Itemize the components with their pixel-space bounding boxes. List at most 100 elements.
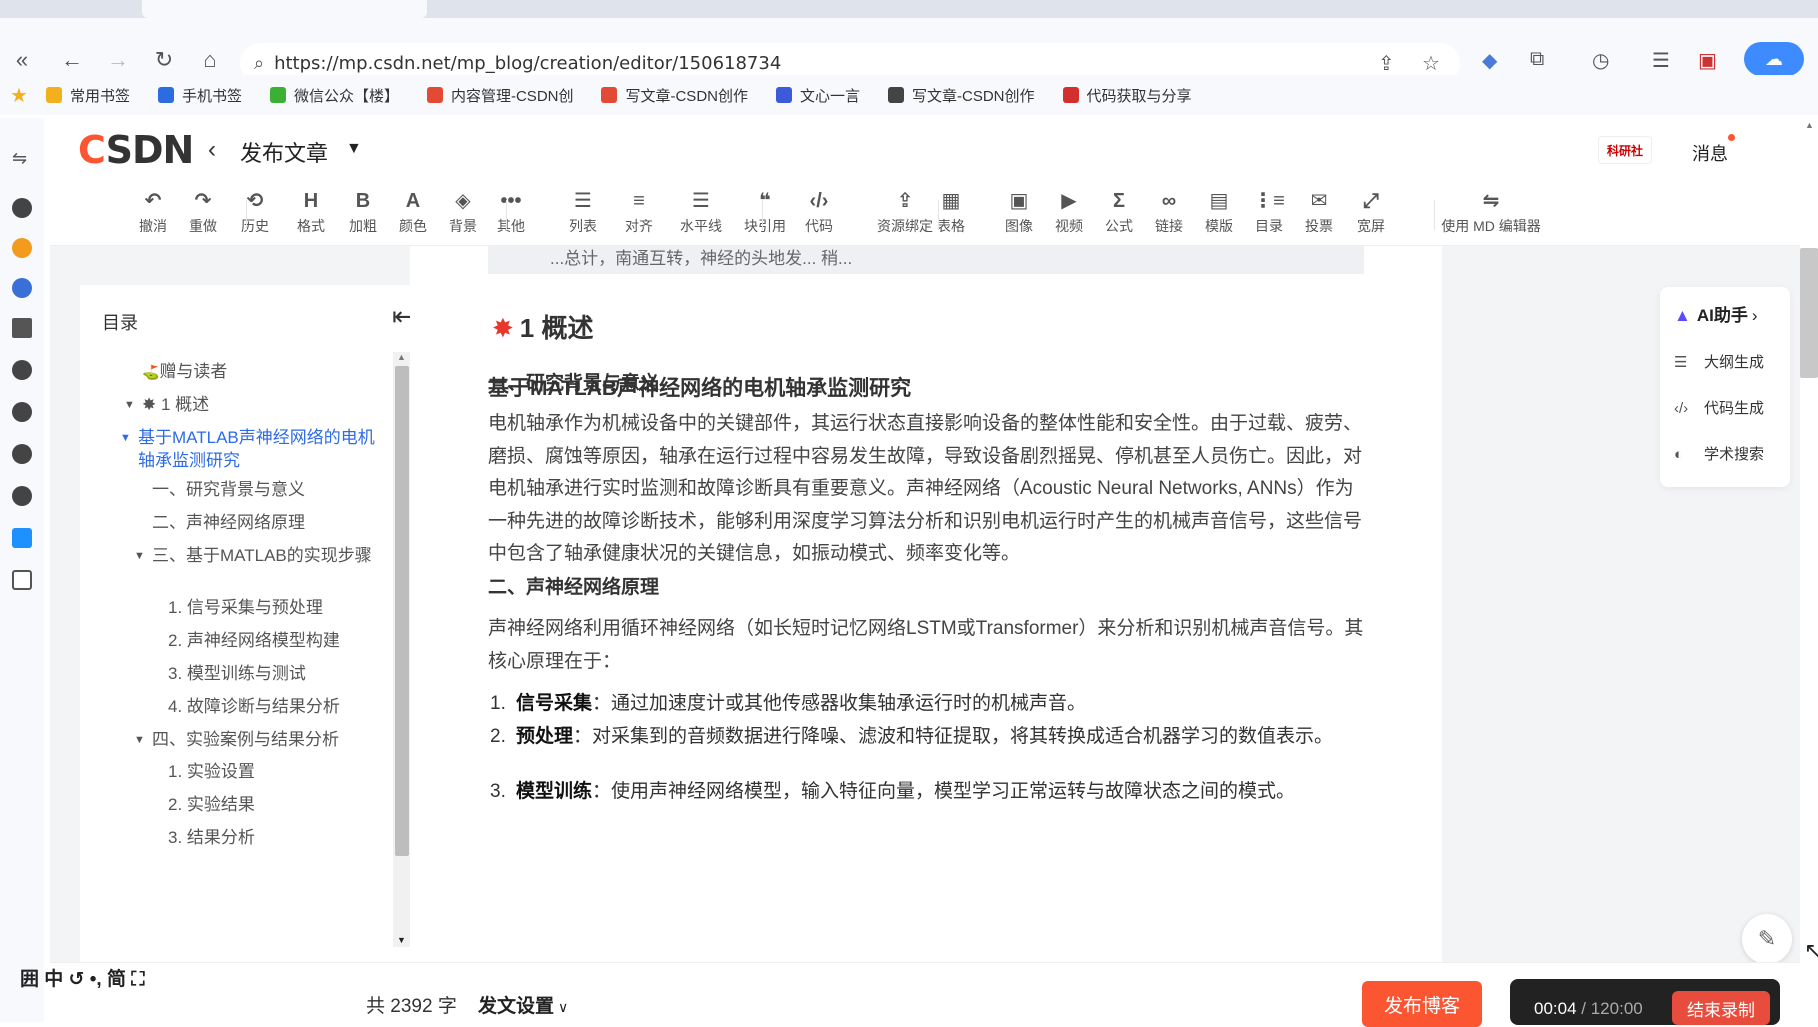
toolbar-button-2[interactable]: ⟲ 历史 xyxy=(226,188,284,236)
extension-icon[interactable]: ◆ xyxy=(1482,48,1497,73)
bookmark-favicon-icon xyxy=(45,87,62,103)
add-panel-icon[interactable] xyxy=(12,570,32,590)
bookmark-item[interactable]: 文心一言 xyxy=(775,85,860,106)
globe-icon[interactable] xyxy=(12,360,32,380)
bookmark-label: 微信公众【楼】 xyxy=(293,87,399,105)
back-chevron-icon[interactable]: ‹ xyxy=(208,136,216,164)
feedback-icon[interactable]: ✎ xyxy=(1742,914,1792,964)
sidebar-toggle-icon[interactable]: « xyxy=(8,46,36,74)
user-avatar[interactable]: 科研社 xyxy=(1598,136,1652,164)
messages-link[interactable]: 消息 xyxy=(1692,140,1728,166)
ai-menu-item[interactable]: ◐ 学术搜索 xyxy=(1674,443,1764,464)
ime-toolbar[interactable]: 囲 中 ↺ •, 简 ⛶ xyxy=(20,964,180,990)
toc-item[interactable]: 2. 实验结果 xyxy=(168,793,387,816)
list-text: ：对采集到的音频数据进行降噪、滤波和特征提取，将其转换成适合机器学习的数值表示。 xyxy=(573,726,1334,747)
bookmark-item[interactable]: 写文章-CSDN创作 xyxy=(601,85,748,106)
bookmark-item[interactable]: 微信公众【楼】 xyxy=(269,85,399,106)
url-text: https://mp.csdn.net/mp_blog/creation/edi… xyxy=(274,52,782,74)
csdn-logo[interactable]: CSDN xyxy=(78,128,194,172)
ai-assistant-button[interactable]: ▲ AI助手 › xyxy=(1674,301,1758,326)
toolbar-button-22[interactable]: ⤢ 宽屏 xyxy=(1342,188,1400,236)
article-body[interactable]: ...总计，南通互转，神经的头地发... 稍... ✸ 1 概述 基于MATLAB… xyxy=(410,246,1442,962)
toc-item-label: ✸ 1 概述 xyxy=(142,395,210,414)
bookmark-label: 写文章-CSDN创作 xyxy=(625,87,748,105)
bookmark-item[interactable]: 内容管理-CSDN创 xyxy=(426,85,574,106)
reload-icon[interactable]: ↻ xyxy=(150,46,178,74)
toc-expand-icon[interactable]: ▼ xyxy=(134,734,145,746)
lotus-icon[interactable] xyxy=(12,318,32,338)
toc-item-label: 2. 实验结果 xyxy=(168,795,255,814)
bookmark-label: 内容管理-CSDN创 xyxy=(450,87,574,105)
toc-item[interactable]: 3. 结果分析 xyxy=(168,826,387,849)
ai-menu-item[interactable]: ☰ 大纲生成 xyxy=(1674,351,1764,372)
star-icon[interactable]: ☆ xyxy=(1422,51,1440,76)
bird-icon[interactable] xyxy=(12,278,32,298)
toc-item[interactable]: ✸ 1 概述 xyxy=(142,393,387,416)
bookmark-label: 代码获取与分享 xyxy=(1086,87,1192,105)
toolbar-button-14[interactable]: ▦ 表格 xyxy=(922,188,980,236)
bookmark-item[interactable]: 代码获取与分享 xyxy=(1062,85,1192,106)
toc-scrollbar[interactable]: ▲ ▼ xyxy=(393,352,411,947)
message-dot xyxy=(1728,134,1735,141)
globe-icon[interactable] xyxy=(12,402,32,422)
toc-item[interactable]: 二、声神经网络原理 xyxy=(152,511,387,534)
toc-item[interactable]: 基于MATLAB声神经网络的电机轴承监测研究 xyxy=(138,426,387,472)
toc-item[interactable]: 四、实验案例与结果分析 xyxy=(152,728,387,751)
publish-button[interactable]: 发布博客 xyxy=(1362,981,1482,1027)
toolbar-button-23[interactable]: ⇋ 使用 MD 编辑器 xyxy=(1426,188,1556,236)
back-icon[interactable]: ← xyxy=(58,46,86,74)
active-tab[interactable] xyxy=(142,0,427,18)
puzzle-icon[interactable]: ⧉ xyxy=(1530,48,1544,71)
globe-icon[interactable] xyxy=(12,444,32,464)
bookmark-item[interactable]: 常用书签 xyxy=(45,85,130,106)
avatar-icon[interactable]: ▣ xyxy=(1698,48,1717,73)
toolbar-button-8[interactable]: ☰ 列表 xyxy=(554,188,612,236)
globe-icon[interactable] xyxy=(12,486,32,506)
page-scrollbar[interactable]: ▲ xyxy=(1800,118,1818,978)
stop-recording-button[interactable]: 结束录制 xyxy=(1672,991,1770,1025)
toc-expand-icon[interactable]: ▼ xyxy=(134,550,145,562)
toolbar-button-21[interactable]: ✉ 投票 xyxy=(1290,188,1348,236)
publish-settings-button[interactable]: 发文设置 ∨ xyxy=(478,991,568,1018)
history-icon[interactable]: ◷ xyxy=(1592,48,1609,73)
toc-item[interactable]: 1. 实验设置 xyxy=(168,760,387,783)
toc-item[interactable]: 三、基于MATLAB的实现步骤 xyxy=(152,544,387,567)
cloud-icon[interactable]: ☁ xyxy=(1744,42,1804,76)
home-icon[interactable]: ⌂ xyxy=(196,46,224,74)
toolbar-separator xyxy=(938,200,939,230)
toc-scroll-thumb[interactable] xyxy=(395,366,409,856)
bookmark-favicon-icon xyxy=(888,87,904,103)
blockquote: ...总计，南通互转，神经的头地发... 稍... xyxy=(488,246,1364,274)
s-app-icon[interactable] xyxy=(12,238,32,258)
toc-item[interactable]: 4. 故障诊断与结果分析 xyxy=(168,695,387,718)
toc-expand-icon[interactable]: ▼ xyxy=(124,399,135,411)
ai-menu-item[interactable]: ‹/› 代码生成 xyxy=(1674,397,1764,418)
bookmark-item[interactable]: 写文章-CSDN创作 xyxy=(888,85,1035,106)
toolbar-button-12[interactable]: ‹/› 代码 xyxy=(790,188,848,236)
share-icon[interactable]: ⇪ xyxy=(1378,51,1395,76)
toolbar-button-3[interactable]: H 格式 xyxy=(282,188,340,236)
toc-expand-icon[interactable]: ▼ xyxy=(120,432,131,444)
toolbar-button-7[interactable]: ••• 其他 xyxy=(482,188,540,236)
globe-icon[interactable] xyxy=(12,198,32,218)
swap-icon[interactable]: ⇋ xyxy=(12,148,27,169)
toolbar-button-11[interactable]: ❝ 块引用 xyxy=(732,188,798,236)
toolbar-button-9[interactable]: ≡ 对齐 xyxy=(610,188,668,236)
bookmark-item[interactable]: 手机书签 xyxy=(157,85,242,106)
flag-icon: ⛳ xyxy=(142,364,160,380)
toc-item[interactable]: 2. 声神经网络模型构建 xyxy=(168,629,387,652)
bookmark-star-icon[interactable]: ★ xyxy=(10,83,28,108)
toolbar-button-10[interactable]: ☰ 水平线 xyxy=(668,188,734,236)
title-dropdown-icon[interactable]: ▼ xyxy=(346,140,362,158)
toc-item[interactable]: ⛳赠与读者 xyxy=(142,360,387,384)
tv-icon[interactable] xyxy=(12,528,32,548)
toc-item[interactable]: 1. 信号采集与预处理 xyxy=(168,596,387,619)
toolbar-button-1[interactable]: ↷ 重做 xyxy=(174,188,232,236)
page-scroll-thumb[interactable] xyxy=(1800,248,1818,378)
forward-icon[interactable]: → xyxy=(104,46,132,74)
toc-item[interactable]: 3. 模型训练与测试 xyxy=(168,662,387,685)
toolbar-label: 水平线 xyxy=(680,218,722,234)
list-bold-term: 信号采集 xyxy=(516,693,593,714)
toc-item[interactable]: 一、研究背景与意义 xyxy=(152,478,387,501)
menu-icon[interactable]: ☰ xyxy=(1652,48,1670,73)
